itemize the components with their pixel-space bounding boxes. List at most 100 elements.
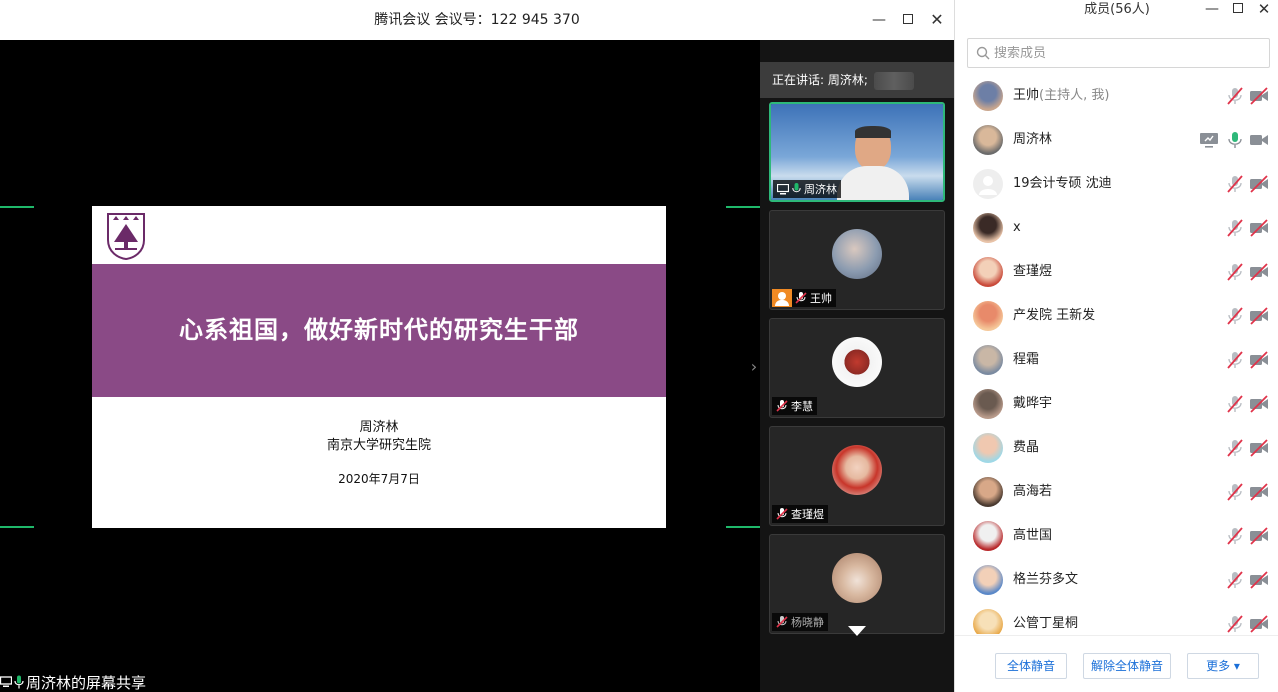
camera-off-icon[interactable] [1249, 527, 1269, 545]
member-name: 王帅 [1013, 88, 1040, 103]
member-name: 高海若 [1013, 484, 1053, 499]
unmute-all-button[interactable]: 解除全体静音 [1083, 653, 1171, 679]
camera-off-icon[interactable] [1249, 571, 1269, 589]
member-name: 查瑾煜 [1013, 264, 1053, 279]
speaker-thumbnail [873, 71, 914, 90]
muted-microphone-icon[interactable] [1225, 483, 1245, 501]
avatar [832, 553, 882, 603]
tile-name: 李慧 [791, 400, 813, 413]
video-tile[interactable]: 杨晓静 [769, 534, 945, 634]
muted-microphone-icon [776, 400, 788, 412]
member-row[interactable]: 高世国 [955, 514, 1278, 558]
screen-share-icon [1200, 133, 1218, 148]
default-avatar-icon [973, 169, 1003, 199]
close-icon[interactable]: ✕ [926, 9, 948, 31]
member-row[interactable]: 19会计专硕 沈迪 [955, 162, 1278, 206]
member-role: (主持人, 我) [1039, 88, 1110, 103]
avatar [973, 301, 1003, 331]
member-name-line: 费晶 [1013, 426, 1039, 470]
microphone-icon[interactable] [1225, 131, 1245, 149]
camera-off-icon[interactable] [1249, 219, 1269, 237]
member-row[interactable]: 程霜 [955, 338, 1278, 382]
video-tile[interactable]: 王帅 [769, 210, 945, 310]
camera-off-icon[interactable] [1249, 87, 1269, 105]
tile-name-label: 周济林 [773, 180, 841, 198]
camera-off-icon[interactable] [1249, 615, 1269, 633]
member-name-line: 查瑾煜 [1013, 250, 1052, 294]
member-row[interactable]: 查瑾煜 [955, 250, 1278, 294]
muted-microphone-icon[interactable] [1225, 307, 1245, 325]
frame-corner [0, 206, 34, 208]
minimize-icon[interactable]: — [868, 9, 890, 31]
member-name-line: 格兰芬多文 [1013, 558, 1078, 602]
muted-microphone-icon [776, 508, 788, 520]
muted-microphone-icon[interactable] [1225, 615, 1245, 633]
muted-microphone-icon[interactable] [1225, 395, 1245, 413]
search-input[interactable] [994, 45, 1254, 61]
mute-all-button[interactable]: 全体静音 [995, 653, 1067, 679]
member-row[interactable]: 王帅(主持人, 我) [955, 74, 1278, 118]
tile-name-label: 查瑾煜 [772, 505, 828, 523]
muted-microphone-icon[interactable] [1225, 527, 1245, 545]
camera-off-icon[interactable] [1249, 395, 1269, 413]
member-name-line: 公管丁星桐 [1013, 602, 1078, 634]
tile-name-label: 王帅 [772, 289, 836, 307]
camera-off-icon[interactable] [1249, 307, 1269, 325]
members-panel: 成员(56人) — ✕ 王帅(主持人, 我)周济林19会计专硕 沈迪x查瑾煜产发… [954, 0, 1278, 692]
member-name-line: 程霜 [1013, 338, 1039, 382]
camera-off-icon[interactable] [1249, 175, 1269, 193]
member-row[interactable]: 戴晔宇 [955, 382, 1278, 426]
avatar [973, 521, 1003, 551]
scroll-down-icon[interactable] [848, 626, 866, 636]
avatar [973, 609, 1003, 634]
tile-name: 周济林 [804, 183, 837, 196]
camera-icon[interactable] [1249, 131, 1269, 149]
tile-name-label: 李慧 [772, 397, 817, 415]
minimize-icon[interactable]: — [1201, 0, 1223, 18]
slide-organization: 南京大学研究生院 [326, 438, 431, 453]
maximize-icon[interactable] [1227, 0, 1249, 18]
member-name-line: 戴晔宇 [1013, 382, 1052, 426]
muted-microphone-icon[interactable] [1225, 87, 1245, 105]
video-tile[interactable]: 周济林 [769, 102, 945, 202]
member-name: x [1013, 220, 1021, 235]
muted-microphone-icon[interactable] [1225, 571, 1245, 589]
avatar [832, 229, 882, 279]
screen-share-icon [777, 183, 789, 194]
muted-microphone-icon[interactable] [1225, 219, 1245, 237]
search-box[interactable] [967, 38, 1270, 68]
member-name-line: 高海若 [1013, 470, 1052, 514]
member-name-line: 高世国 [1013, 514, 1052, 558]
video-tile[interactable]: 查瑾煜 [769, 426, 945, 526]
screen-share-text: 周济林的屏幕共享 [26, 673, 147, 692]
member-row[interactable]: x [955, 206, 1278, 250]
muted-microphone-icon[interactable] [1225, 263, 1245, 281]
more-button[interactable]: 更多 ▾ [1187, 653, 1259, 679]
video-tile[interactable]: 李慧 [769, 318, 945, 418]
screen-share-icon [0, 676, 12, 687]
camera-off-icon[interactable] [1249, 439, 1269, 457]
member-name-line: 周济林 [1013, 118, 1052, 162]
collapse-strip-chevron-icon[interactable]: › [748, 356, 760, 378]
member-row[interactable]: 周济林 [955, 118, 1278, 162]
camera-off-icon[interactable] [1249, 263, 1269, 281]
member-row[interactable]: 费晶 [955, 426, 1278, 470]
shared-screen: 心系祖国，做好新时代的研究生干部 周济林 南京大学研究生院 2020年7月7日 [0, 40, 760, 692]
member-row[interactable]: 产发院 王新发 [955, 294, 1278, 338]
camera-off-icon[interactable] [1249, 351, 1269, 369]
member-name: 格兰芬多文 [1013, 572, 1079, 587]
avatar [973, 389, 1003, 419]
maximize-icon[interactable] [897, 9, 919, 31]
camera-off-icon[interactable] [1249, 483, 1269, 501]
member-row[interactable]: 公管丁星桐 [955, 602, 1278, 634]
muted-microphone-icon[interactable] [1225, 351, 1245, 369]
member-name: 公管丁星桐 [1013, 616, 1079, 631]
tile-name-label: 杨晓静 [772, 613, 828, 631]
muted-microphone-icon [776, 616, 788, 628]
member-row[interactable]: 高海若 [955, 470, 1278, 514]
member-row[interactable]: 格兰芬多文 [955, 558, 1278, 602]
window-title: 腾讯会议 会议号：122 945 370 [374, 12, 580, 28]
close-icon[interactable]: ✕ [1253, 0, 1275, 18]
muted-microphone-icon[interactable] [1225, 439, 1245, 457]
muted-microphone-icon[interactable] [1225, 175, 1245, 193]
